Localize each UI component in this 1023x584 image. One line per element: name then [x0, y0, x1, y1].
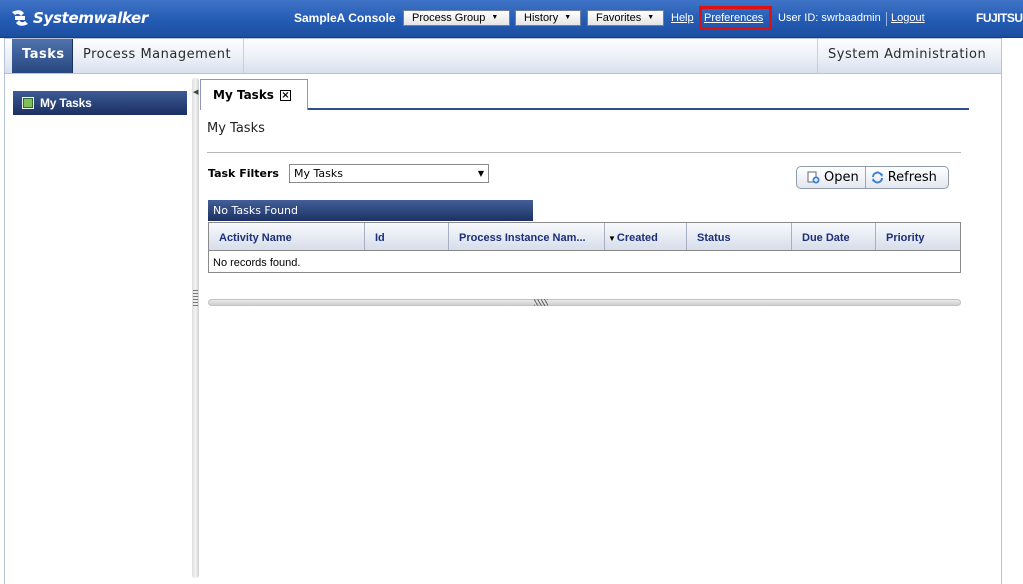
chevron-down-icon: ▼: [491, 14, 499, 21]
sidebar-splitter[interactable]: [192, 78, 199, 578]
task-list-icon: [22, 97, 34, 109]
tab-my-tasks-label: My Tasks: [213, 88, 274, 102]
tab-tasks[interactable]: Tasks: [12, 39, 73, 73]
horizontal-splitter[interactable]: [208, 299, 961, 306]
process-group-dropdown[interactable]: Process Group ▼: [403, 10, 510, 26]
console-name: SampleA Console: [294, 11, 396, 25]
favorites-dropdown[interactable]: Favorites ▼: [587, 10, 664, 26]
column-created-label: Created: [616, 232, 658, 244]
task-filter-value: My Tasks: [294, 167, 343, 180]
refresh-icon: [871, 171, 883, 184]
tab-process-management[interactable]: Process Management: [73, 39, 244, 73]
tab-my-tasks[interactable]: My Tasks ×: [200, 79, 308, 110]
main-nav: Tasks Process Management System Administ…: [4, 38, 1002, 74]
task-filters-label: Task Filters: [208, 167, 279, 180]
open-button[interactable]: Open: [797, 167, 865, 188]
page-title: My Tasks: [207, 121, 265, 136]
history-dropdown[interactable]: History ▼: [515, 10, 581, 26]
header-separator: [886, 12, 887, 26]
product-name: Systemwalker: [33, 9, 149, 27]
close-icon[interactable]: ×: [279, 89, 291, 101]
column-process-instance-name[interactable]: Process Instance Nam...: [449, 223, 605, 250]
column-status[interactable]: Status: [687, 223, 792, 250]
frame-border-right: [1001, 74, 1002, 584]
refresh-button-label: Refresh: [887, 170, 937, 185]
process-group-label: Process Group: [412, 12, 486, 24]
task-grid: Activity Name Id Process Instance Nam...…: [208, 222, 961, 273]
empty-message: No records found.: [213, 257, 301, 269]
task-filter-select[interactable]: My Tasks ▼: [289, 164, 489, 183]
open-icon: [807, 171, 820, 184]
tab-system-administration[interactable]: System Administration: [817, 39, 1001, 73]
user-id: User ID: swrbaadmin: [778, 12, 881, 24]
column-due-date[interactable]: Due Date: [792, 223, 876, 250]
systemwalker-logo-icon: [12, 10, 28, 26]
sidebar-item-label: My Tasks: [40, 96, 92, 110]
grid-header: Activity Name Id Process Instance Nam...…: [209, 223, 960, 251]
collapse-arrow-icon[interactable]: ◀: [193, 88, 198, 96]
open-button-label: Open: [824, 170, 859, 185]
refresh-button[interactable]: Refresh: [864, 167, 943, 188]
task-status-bar: No Tasks Found: [208, 200, 533, 221]
task-action-buttons: Open Refresh: [796, 166, 949, 189]
product-logo: Systemwalker: [10, 8, 148, 28]
history-label: History: [524, 12, 559, 24]
column-priority[interactable]: Priority: [876, 223, 960, 250]
preferences-highlight-box: [699, 6, 772, 30]
content-tab-underline: [307, 108, 969, 110]
chevron-down-icon: ▼: [564, 14, 572, 21]
logout-link[interactable]: Logout: [891, 12, 925, 24]
fujitsu-logo: FUJITSU: [976, 11, 1023, 25]
sort-descending-icon: ▼: [608, 234, 616, 243]
favorites-label: Favorites: [596, 12, 642, 24]
chevron-down-icon: ▼: [647, 14, 655, 21]
splitter-grip-icon[interactable]: [193, 290, 198, 308]
chevron-down-icon: ▼: [477, 169, 484, 178]
sidebar-item-my-tasks[interactable]: My Tasks: [13, 91, 187, 115]
column-id[interactable]: Id: [365, 223, 449, 250]
help-link[interactable]: Help: [671, 12, 694, 24]
top-header: Systemwalker SampleA Console Process Gro…: [0, 0, 1023, 38]
column-activity-name[interactable]: Activity Name: [209, 223, 365, 250]
sidebar: My Tasks: [5, 75, 192, 584]
title-divider: [207, 152, 961, 153]
column-created[interactable]: ▼Created: [605, 223, 687, 250]
splitter-grip-icon[interactable]: [534, 299, 548, 306]
